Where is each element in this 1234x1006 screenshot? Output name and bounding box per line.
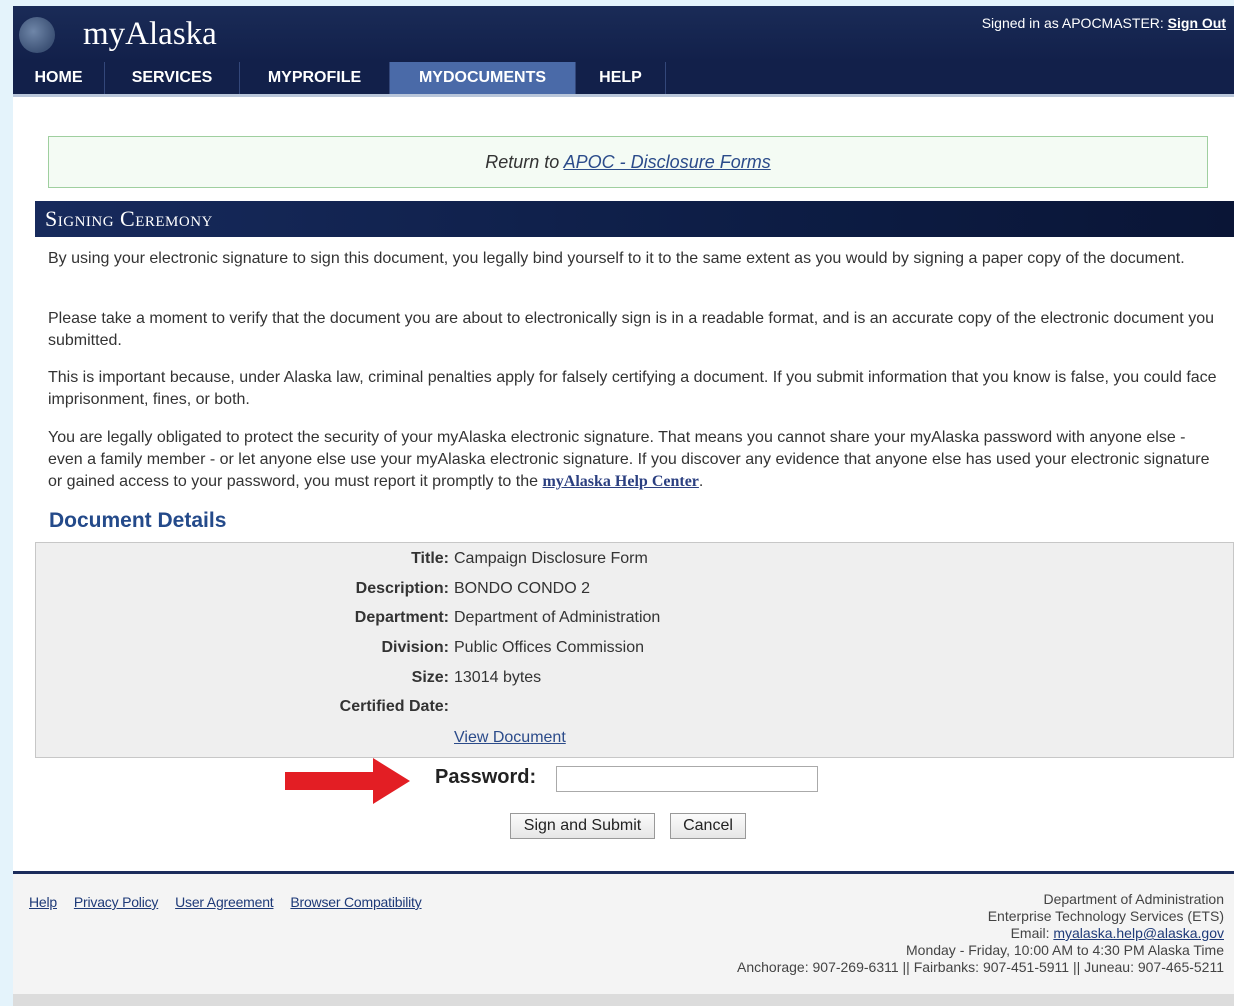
detail-value: Department of Administration [454,609,661,626]
section-title: Signing Ceremony [35,201,1234,237]
view-document-link[interactable]: View Document [454,729,566,747]
detail-value: Public Offices Commission [454,639,644,656]
footer-email-link[interactable]: myalaska.help@alaska.gov [1053,925,1224,941]
detail-row-description: Description: BONDO CONDO 2 [36,577,1233,601]
return-banner: Return to APOC - Disclosure Forms [48,136,1208,188]
detail-label: Department: [354,609,449,626]
password-input[interactable] [556,766,818,792]
return-prefix: Return to [485,152,560,172]
detail-label: Size: [411,669,449,686]
return-link[interactable]: APOC - Disclosure Forms [564,152,771,172]
security-paragraph: You are legally obligated to protect the… [48,427,1218,493]
detail-label: Title: [411,550,449,567]
footer-email-prefix: Email: [1010,925,1050,941]
security-period: . [698,473,704,490]
footer-help-link[interactable]: Help [29,894,57,910]
signed-in-text: Signed in as APOCMASTER: [981,15,1164,31]
details-panel: Title: Campaign Disclosure Form Descript… [35,542,1234,758]
site-logo[interactable]: myAlaska [83,14,217,54]
footer-privacy-link[interactable]: Privacy Policy [74,894,159,910]
sign-out-link[interactable]: Sign Out [1168,15,1226,31]
detail-label: Description: [355,580,449,597]
main-nav: HOME SERVICES MYPROFILE MYDOCUMENTS HELP [13,62,1234,97]
detail-row-certified-date: Certified Date: [36,695,1233,719]
footer-dept: Department of Administration [1043,891,1224,907]
password-label: Password: [435,766,537,788]
footer-compatibility-link[interactable]: Browser Compatibility [290,894,421,910]
signed-in-status: Signed in as APOCMASTER: Sign Out [982,15,1226,31]
sign-and-submit-button[interactable]: Sign and Submit [510,813,655,839]
footer-email-line: Email: myalaska.help@alaska.gov [737,925,1224,942]
detail-row-department: Department: Department of Administration [36,606,1233,630]
alaska-seal-icon [19,17,55,53]
nav-services[interactable]: SERVICES [105,62,240,94]
footer-agreement-link[interactable]: User Agreement [175,894,274,910]
footer-links: Help Privacy Policy User Agreement Brows… [29,894,435,910]
verify-paragraph: Please take a moment to verify that the … [48,310,1214,349]
footer: Help Privacy Policy User Agreement Brows… [13,874,1234,994]
red-arrow-icon [285,758,410,804]
cancel-button[interactable]: Cancel [670,813,746,839]
nav-mydocuments[interactable]: MYDOCUMENTS [390,62,576,94]
document-details-heading: Document Details [49,509,227,532]
header-bar: myAlaska Signed in as APOCMASTER: Sign O… [13,6,1234,62]
detail-value: 13014 bytes [454,669,542,686]
detail-label: Division: [381,639,449,656]
page-frame: myAlaska Signed in as APOCMASTER: Sign O… [13,6,1234,1006]
nav-help[interactable]: HELP [576,62,666,94]
nav-home[interactable]: HOME [13,62,105,94]
nav-myprofile[interactable]: MYPROFILE [240,62,390,94]
detail-row-title: Title: Campaign Disclosure Form [36,547,1233,571]
detail-label: Certified Date: [339,698,449,715]
footer-phones: Anchorage: 907-269-6311 || Fairbanks: 90… [737,959,1224,975]
detail-row-division: Division: Public Offices Commission [36,636,1233,660]
penalty-paragraph: This is important because, under Alaska … [48,369,1217,408]
detail-value: BONDO CONDO 2 [454,580,591,597]
detail-row-size: Size: 13014 bytes [36,666,1233,690]
footer-ets: Enterprise Technology Services (ETS) [987,908,1224,924]
footer-contact: Department of Administration Enterprise … [737,891,1224,976]
detail-value: Campaign Disclosure Form [454,550,648,567]
footer-bottom-strip [13,994,1234,1006]
help-center-link[interactable]: myAlaska Help Center [542,473,698,490]
intro-paragraph: By using your electronic signature to si… [48,250,1185,267]
footer-hours: Monday - Friday, 10:00 AM to 4:30 PM Ala… [906,942,1224,958]
